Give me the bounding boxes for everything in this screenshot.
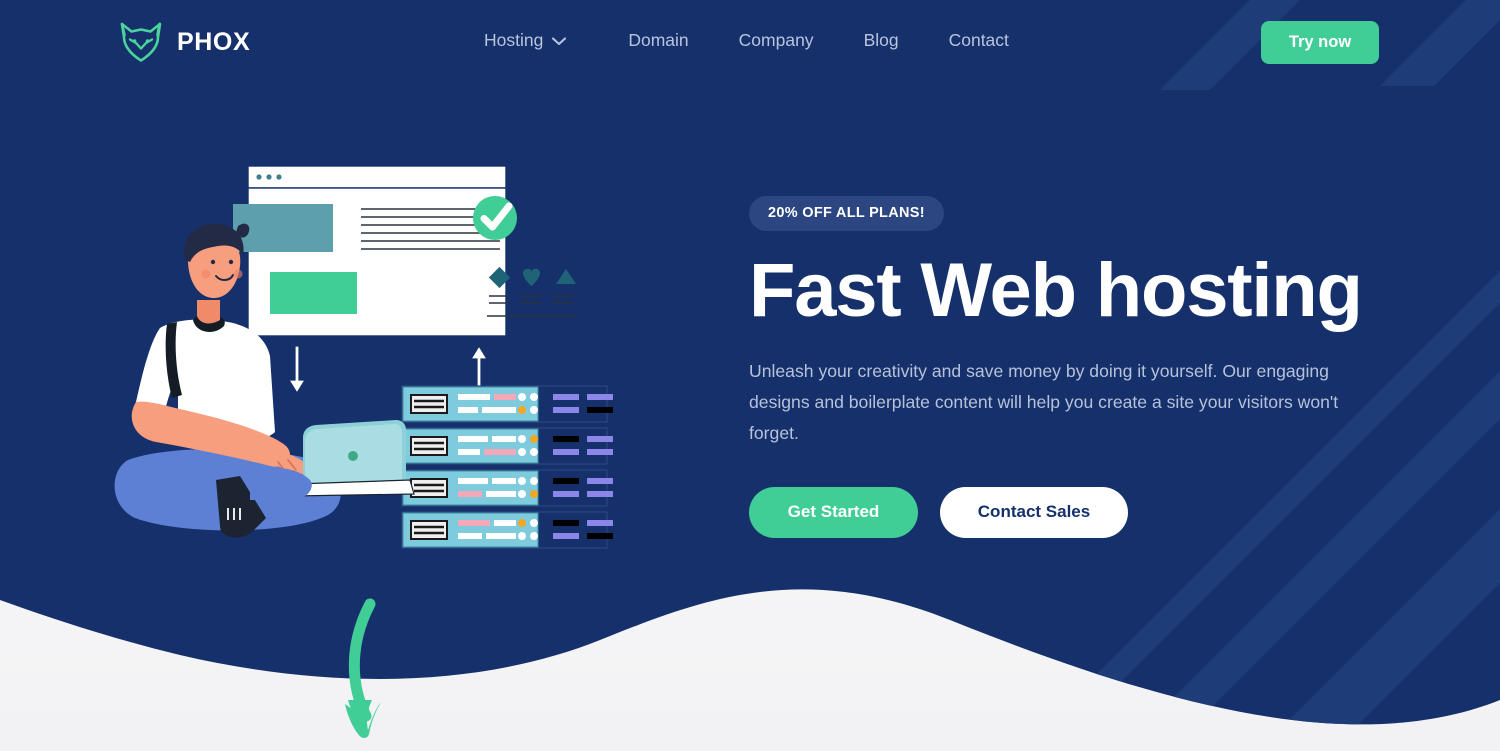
curved-arrow-down-icon xyxy=(336,596,432,751)
green-check-circle-icon xyxy=(473,196,517,240)
nav-item-domain[interactable]: Domain xyxy=(628,30,688,51)
arrow-down-icon xyxy=(287,345,307,395)
server-unit xyxy=(402,428,613,464)
nav-item-label: Hosting xyxy=(484,30,544,50)
nav-item-label: Domain xyxy=(628,30,689,50)
server-unit xyxy=(402,386,613,422)
promo-badge: 20% OFF ALL PLANS! xyxy=(749,196,944,231)
browser-window-mock xyxy=(233,165,576,337)
server-unit xyxy=(402,512,613,548)
hero-copy: 20% OFF ALL PLANS! Fast Web hosting Unle… xyxy=(749,196,1399,538)
try-now-button[interactable]: Try now xyxy=(1261,21,1379,64)
nav-item-contact[interactable]: Contact xyxy=(949,30,1009,51)
get-started-button[interactable]: Get Started xyxy=(749,486,918,538)
hero-description: Unleash your creativity and save money b… xyxy=(749,360,1339,443)
main-navigation: Hosting Domain Company Blog Contact xyxy=(484,30,1009,51)
server-unit xyxy=(402,470,613,506)
nav-item-label: Contact xyxy=(948,30,1009,50)
cta-row: Get Started Contact Sales xyxy=(749,486,1399,538)
nav-item-company[interactable]: Company xyxy=(739,30,814,51)
hero-landing-page: PHOX Hosting Domain Company Blog Contact… xyxy=(0,0,1500,751)
contact-sales-button[interactable]: Contact Sales xyxy=(940,486,1128,538)
page-title: Fast Web hosting xyxy=(749,248,1363,333)
nav-item-blog[interactable]: Blog xyxy=(864,30,899,51)
brand-logo[interactable]: PHOX xyxy=(118,20,250,64)
hero-illustration xyxy=(100,150,640,570)
site-header: PHOX Hosting Domain Company Blog Contact… xyxy=(0,0,1500,85)
fox-head-icon xyxy=(118,20,164,64)
server-rack xyxy=(401,385,613,549)
brand-name: PHOX xyxy=(177,27,251,56)
nav-item-label: Company xyxy=(738,30,814,50)
chevron-down-icon xyxy=(552,35,567,46)
nav-item-hosting[interactable]: Hosting xyxy=(484,30,567,51)
nav-item-label: Blog xyxy=(863,30,899,50)
